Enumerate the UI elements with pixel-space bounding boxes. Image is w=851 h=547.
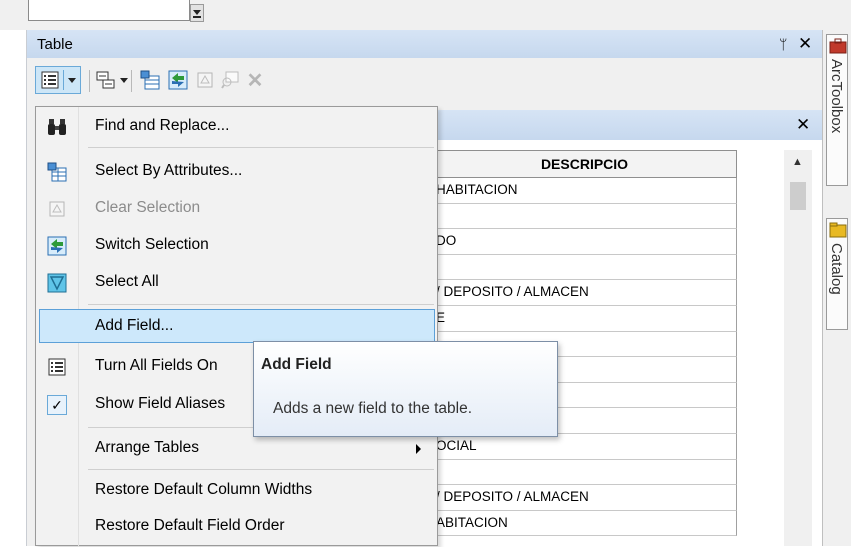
table-row[interactable]: HABITACION <box>432 178 737 204</box>
menu-item-label: Show Field Aliases <box>95 395 226 412</box>
scroll-up-icon[interactable]: ▲ <box>792 156 803 168</box>
table-row[interactable]: E <box>432 305 737 332</box>
menu-item-restore-column-widths[interactable]: Restore Default Column Widths <box>36 473 437 509</box>
add-field-tooltip: Add Field Adds a new field to the table. <box>253 341 558 437</box>
combo-dropdown-button[interactable] <box>190 4 204 22</box>
table-tab-header: ✕ <box>432 110 823 140</box>
vertical-scrollbar[interactable]: ▲ <box>784 150 812 546</box>
menu-item-add-field[interactable]: Add Field... <box>39 309 435 343</box>
tooltip-title: Add Field <box>261 356 332 373</box>
table-options-button[interactable] <box>35 66 81 94</box>
dock-tab-label: ArcToolbox <box>828 59 845 134</box>
menu-item-label: Select By Attributes... <box>95 162 243 179</box>
switch-selection-icon <box>168 70 188 90</box>
table-options-menu: Find and Replace... Select By Attributes… <box>35 106 438 547</box>
select-all-icon <box>47 273 67 293</box>
menu-item-label: Select All <box>95 273 159 290</box>
menu-item-select-by-attributes[interactable]: Select By Attributes... <box>36 154 437 190</box>
clear-selection-icon <box>197 72 213 88</box>
fields-list-icon <box>48 358 66 376</box>
menu-item-label: Add Field... <box>95 317 174 334</box>
close-icon[interactable]: ✕ <box>798 34 812 54</box>
submenu-arrow-icon <box>416 444 421 454</box>
table-row[interactable] <box>432 459 737 486</box>
tooltip-body: Adds a new field to the table. <box>273 400 473 417</box>
close-table-icon[interactable]: ✕ <box>796 115 810 135</box>
menu-item-label: Arrange Tables <box>95 439 199 456</box>
title-bar: Table ᛘ ✕ <box>27 30 823 58</box>
table-toolbar: ✕ <box>27 62 823 100</box>
check-icon: ✓ <box>47 395 67 415</box>
toolbox-icon <box>829 38 847 54</box>
select-by-attributes-button[interactable] <box>137 66 163 94</box>
menu-item-label: Switch Selection <box>95 236 209 253</box>
delete-selected-button[interactable]: ✕ <box>244 66 266 94</box>
binoculars-icon <box>48 119 66 135</box>
table-options-icon <box>41 71 58 89</box>
menu-item-label: Clear Selection <box>95 199 201 216</box>
chevron-down-icon <box>67 77 76 83</box>
menu-item-label: Restore Default Column Widths <box>95 481 313 498</box>
switch-selection-icon <box>47 236 67 256</box>
related-tables-icon <box>96 71 115 89</box>
menu-item-label: Turn All Fields On <box>95 357 218 374</box>
table-row[interactable]: / DEPOSITO / ALMACEN <box>432 485 737 511</box>
dock-tab-arctoolbox[interactable]: ArcToolbox <box>826 34 848 186</box>
column-header[interactable]: DESCRIPCIO <box>432 150 737 178</box>
layer-combo-box[interactable] <box>28 0 190 21</box>
zoom-to-selected-icon <box>221 71 239 89</box>
zoom-to-selected-button[interactable] <box>218 66 242 94</box>
clear-selection-icon <box>49 201 65 217</box>
switch-selection-button[interactable] <box>165 66 191 94</box>
dock-tab-label: Catalog <box>828 243 845 295</box>
table-row[interactable] <box>432 254 737 281</box>
catalog-icon <box>829 222 847 238</box>
clear-selection-button[interactable] <box>194 66 216 94</box>
related-tables-button[interactable] <box>95 66 129 94</box>
menu-item-find-and-replace[interactable]: Find and Replace... <box>36 109 437 145</box>
select-by-attributes-icon <box>140 70 160 90</box>
menu-item-clear-selection[interactable]: Clear Selection <box>36 191 437 227</box>
select-by-attributes-icon <box>47 162 67 182</box>
table-row[interactable]: / DEPOSITO / ALMACEN <box>432 280 737 306</box>
scroll-thumb[interactable] <box>790 182 806 210</box>
table-row[interactable]: OCIAL <box>432 433 737 460</box>
table-row[interactable] <box>432 203 737 230</box>
pin-icon[interactable]: ᛘ <box>779 36 787 52</box>
table-row[interactable]: DO <box>432 229 737 255</box>
menu-item-select-all[interactable]: Select All <box>36 265 437 301</box>
attribute-table: ✕ DESCRIPCIO HABITACION DO / DEPOSITO / … <box>432 110 823 546</box>
dock-tab-catalog[interactable]: Catalog <box>826 218 848 330</box>
menu-item-label: Restore Default Field Order <box>95 517 285 534</box>
table-row[interactable]: ABITACION <box>432 510 737 537</box>
delete-selected-icon: ✕ <box>246 69 264 92</box>
window-title: Table <box>37 36 73 53</box>
menu-item-switch-selection[interactable]: Switch Selection <box>36 228 437 264</box>
right-dock: ArcToolbox Catalog <box>822 30 851 546</box>
menu-item-label: Find and Replace... <box>95 117 230 134</box>
menu-item-restore-field-order[interactable]: Restore Default Field Order <box>36 509 437 545</box>
top-strip <box>0 0 851 30</box>
